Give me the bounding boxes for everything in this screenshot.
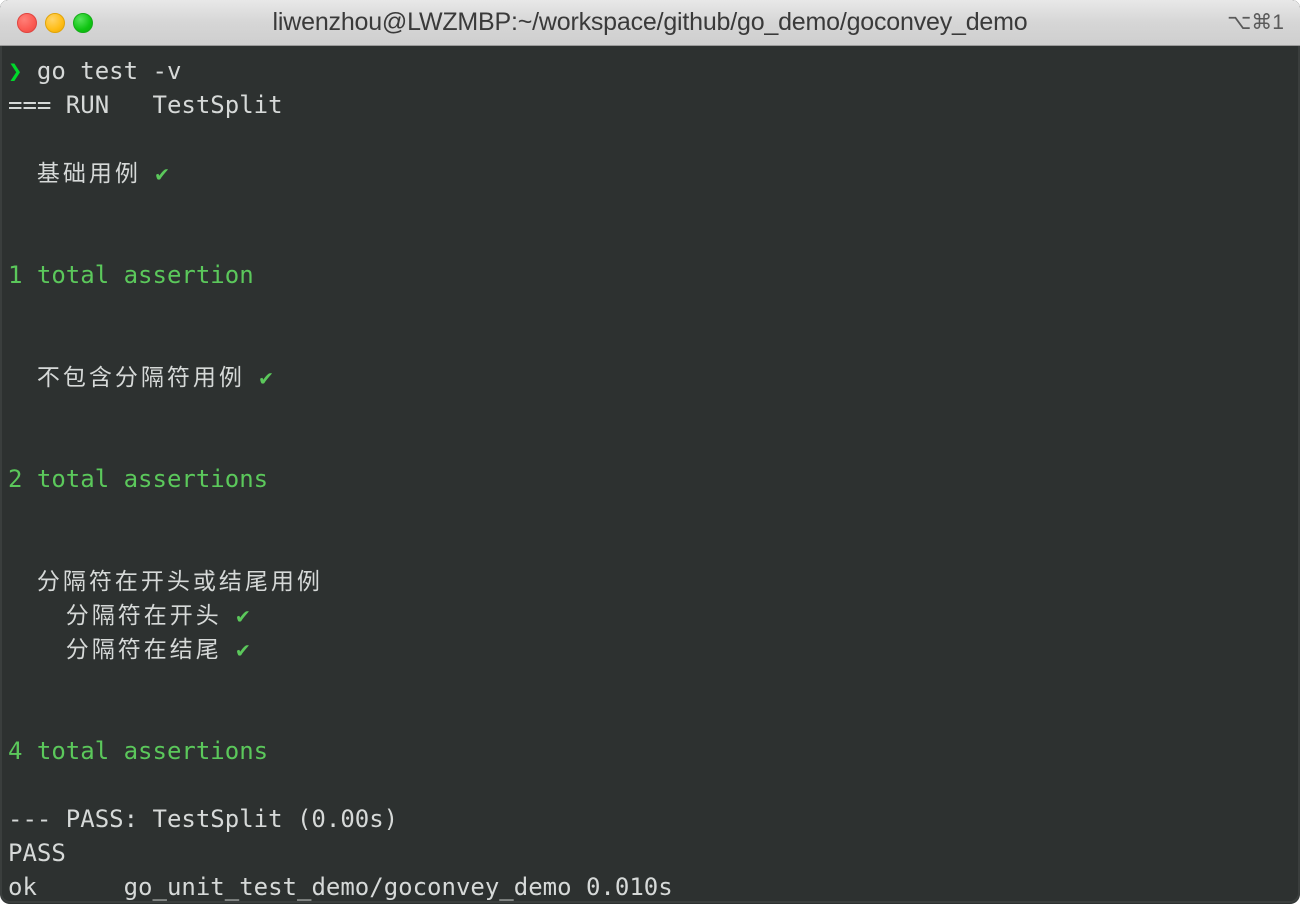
pass-line: PASS <box>8 839 66 867</box>
test-case-line-basic: 基础用例 ✔ <box>8 156 1298 190</box>
run-header-line: === RUN TestSplit <box>8 91 283 119</box>
terminal-screen[interactable]: ❯ go test -v === RUN TestSplit 基础用例 ✔ 1 … <box>2 46 1298 901</box>
assertion-total-2: 2 total assertions <box>8 465 269 493</box>
ok-result-line: ok go_unit_test_demo/goconvey_demo 0.010… <box>8 870 1298 901</box>
test-case-line-separator-edge: 分隔符在开头或结尾用例 <box>8 564 1298 598</box>
pass-detail-line: --- PASS: TestSplit (0.00s) <box>8 805 399 833</box>
title-bar[interactable]: liwenzhou@LWZMBP:~/workspace/github/go_d… <box>0 0 1300 46</box>
check-icon: ✔ <box>155 162 169 187</box>
test-case-label: 分隔符在开头 <box>65 603 222 629</box>
assertion-total-4: 4 total assertions <box>8 737 269 765</box>
check-icon: ✔ <box>259 366 273 391</box>
test-case-label: 基础用例 <box>36 161 141 187</box>
test-case-line-no-separator: 不包含分隔符用例 ✔ <box>8 360 1298 394</box>
ok-status: ok <box>8 873 37 901</box>
window-title: liwenzhou@LWZMBP:~/workspace/github/go_d… <box>272 8 1028 36</box>
ok-package: go_unit_test_demo/goconvey_demo 0.010s <box>123 873 673 901</box>
terminal-window: liwenzhou@LWZMBP:~/workspace/github/go_d… <box>0 0 1300 904</box>
check-icon: ✔ <box>236 604 250 629</box>
keyboard-shortcut-hint: ⌥⌘1 <box>1227 11 1284 34</box>
test-case-label: 不包含分隔符用例 <box>36 365 245 391</box>
test-case-label: 分隔符在开头或结尾用例 <box>36 569 323 595</box>
terminal-body[interactable]: ❯ go test -v === RUN TestSplit 基础用例 ✔ 1 … <box>0 46 1300 903</box>
assertion-total-1: 1 total assertion <box>8 261 254 289</box>
check-icon: ✔ <box>236 638 250 663</box>
ok-spacer <box>37 873 124 901</box>
prompt-line: ❯ go test -v <box>8 54 1298 88</box>
test-case-line-separator-tail: 分隔符在结尾 ✔ <box>8 632 1298 666</box>
command-text: go test -v <box>36 57 182 85</box>
test-case-label: 分隔符在结尾 <box>65 637 222 663</box>
prompt-symbol: ❯ <box>8 57 23 85</box>
test-case-line-separator-head: 分隔符在开头 ✔ <box>8 598 1298 632</box>
